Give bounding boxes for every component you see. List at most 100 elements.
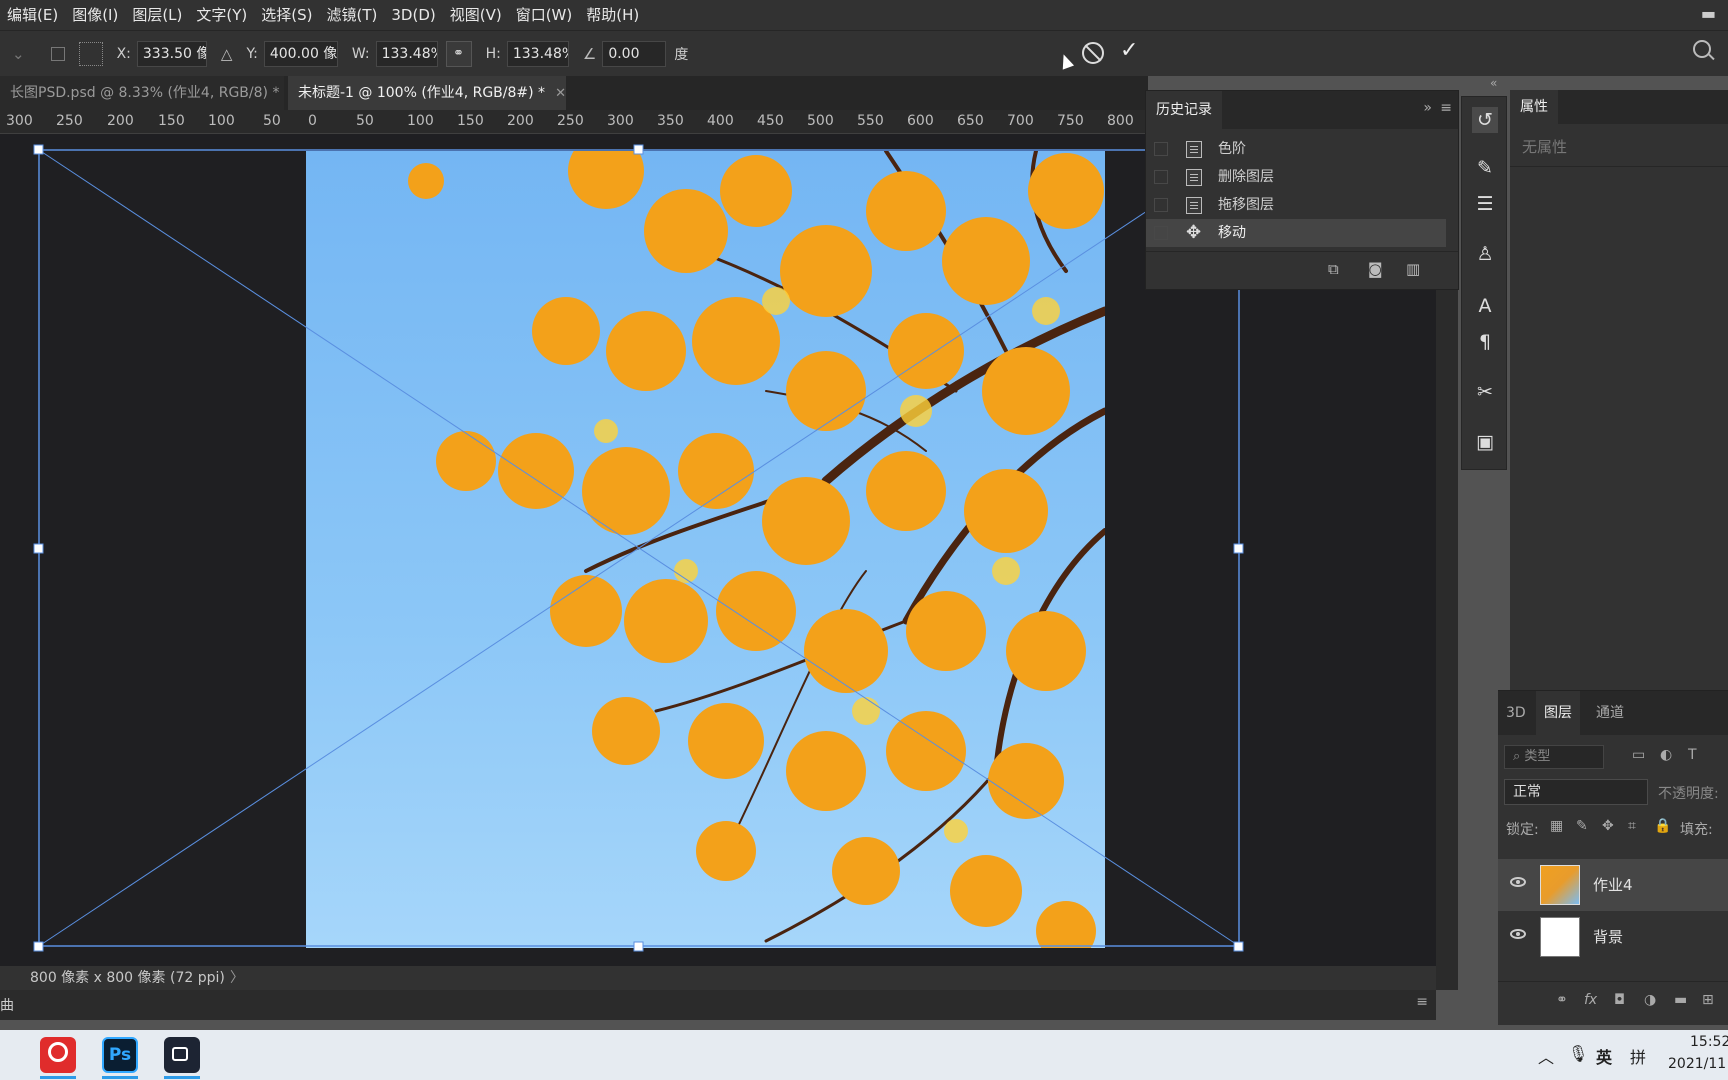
menu-icon[interactable]: ≡ — [1416, 994, 1428, 1010]
link-layers-icon[interactable]: ⚭ — [1556, 992, 1568, 1008]
menu-window[interactable]: 窗口(W) — [509, 0, 580, 30]
ruler-label: 250 — [557, 113, 584, 129]
menu-type[interactable]: 文字(Y) — [189, 0, 254, 30]
layer-thumbnail — [1540, 865, 1580, 905]
x-field[interactable]: 333.50 像素 — [136, 40, 207, 67]
menu-edit[interactable]: 编辑(E) — [0, 0, 65, 30]
trash-icon[interactable]: ▥ — [1406, 260, 1420, 278]
visibility-eye-icon[interactable] — [1510, 929, 1526, 939]
history-item[interactable]: 拖移图层 — [1146, 191, 1446, 219]
tab-3d[interactable]: 3D — [1498, 691, 1534, 735]
new-document-icon[interactable]: ⧉ — [1328, 260, 1339, 278]
reference-point-checkbox[interactable] — [50, 46, 65, 61]
menu-layer[interactable]: 图层(L) — [125, 0, 189, 30]
commit-transform-icon[interactable]: ✓ — [1120, 38, 1138, 63]
history-item[interactable]: 色阶 — [1146, 135, 1446, 163]
layer-row[interactable]: 背景 — [1498, 911, 1728, 963]
fx-icon[interactable]: fx — [1584, 992, 1597, 1008]
netease-music-icon[interactable] — [40, 1037, 76, 1073]
layer-filter-select[interactable]: ⌕ 类型 — [1504, 745, 1604, 769]
chevron-right-icon[interactable]: 〉 — [230, 966, 244, 990]
ruler-label: 400 — [707, 113, 734, 129]
menu-3d[interactable]: 3D(D) — [384, 0, 442, 30]
tab-properties[interactable]: 属性 — [1510, 90, 1558, 124]
taskbar: Ps ︿ 🎙 英 拼 15:52 2021/11 — [0, 1030, 1728, 1080]
history-item-label: 移动 — [1218, 225, 1246, 241]
lock-transparent-icon[interactable]: ▦ — [1550, 818, 1563, 834]
menu-select[interactable]: 选择(S) — [254, 0, 319, 30]
menu-help[interactable]: 帮助(H) — [579, 0, 646, 30]
tray-chevron-up-icon[interactable]: ︿ — [1538, 1044, 1554, 1068]
clock-time[interactable]: 15:52 — [1690, 1034, 1728, 1050]
chevron-down-icon[interactable]: ⌄ — [12, 45, 25, 63]
panel-menu-icon[interactable]: ≡ — [1440, 100, 1452, 116]
adjustments-icon[interactable]: ☰ — [1472, 191, 1498, 217]
snapshot-checkbox[interactable] — [1154, 170, 1168, 184]
document-info[interactable]: 800 像素 x 800 像素 (72 ppi) — [30, 966, 225, 990]
cancel-transform-icon[interactable] — [1082, 42, 1104, 64]
opacity-label: 不透明度: — [1658, 786, 1719, 802]
menu-filter[interactable]: 滤镜(T) — [320, 0, 385, 30]
horizontal-ruler[interactable]: 300 250 200 150 100 50 0 50 100 150 200 … — [0, 110, 1148, 134]
adjustment-layer-icon[interactable]: ◑ — [1644, 992, 1656, 1008]
clone-source-icon[interactable]: ♙ — [1472, 241, 1498, 267]
character-icon[interactable]: A — [1472, 293, 1498, 319]
brush-settings-icon[interactable]: ✎ — [1472, 155, 1498, 181]
collapse-icon[interactable]: » — [1423, 100, 1432, 116]
lock-all-icon[interactable]: 🔒 — [1654, 818, 1671, 834]
search-icon[interactable] — [1693, 40, 1711, 58]
close-icon[interactable]: ✕ — [555, 86, 566, 101]
panel-icon-strip: ↺ ✎ ☰ ♙ A ¶ ✂ ▣ — [1461, 96, 1507, 470]
tool-presets-icon[interactable]: ✂ — [1472, 379, 1498, 405]
lock-artboard-icon[interactable]: ⌗ — [1628, 818, 1636, 834]
layer-row-selected[interactable]: 作业4 — [1498, 859, 1728, 911]
w-field[interactable]: 133.48% — [375, 40, 438, 67]
mask-icon[interactable]: ◘ — [1614, 992, 1625, 1008]
tab-channels[interactable]: 通道 — [1588, 691, 1632, 735]
clock-date[interactable]: 2021/11 — [1668, 1056, 1726, 1072]
lock-position-icon[interactable]: ✥ — [1602, 818, 1614, 834]
ime-mode[interactable]: 拼 — [1630, 1044, 1646, 1068]
snapshot-checkbox[interactable] — [1154, 226, 1168, 240]
blend-mode-select[interactable]: 正常 — [1504, 779, 1648, 805]
y-field[interactable]: 400.00 像素 — [263, 40, 338, 67]
type-filter-icon[interactable]: T — [1688, 747, 1697, 763]
photoshop-icon[interactable]: Ps — [102, 1037, 138, 1073]
history-item[interactable]: 删除图层 — [1146, 163, 1446, 191]
menu-view[interactable]: 视图(V) — [443, 0, 509, 30]
libraries-icon[interactable]: ▣ — [1472, 429, 1498, 455]
folder-icon[interactable]: ▬ — [1674, 992, 1687, 1008]
snapshot-checkbox[interactable] — [1154, 142, 1168, 156]
lock-pixels-icon[interactable]: ✎ — [1576, 818, 1588, 834]
h-field[interactable]: 133.48% — [506, 40, 569, 67]
adjustment-filter-icon[interactable]: ◐ — [1660, 747, 1672, 763]
snapshot-checkbox[interactable] — [1154, 198, 1168, 212]
ruler-label: 50 — [356, 113, 374, 129]
history-panel-icon[interactable]: ↺ — [1472, 107, 1498, 133]
image-filter-icon[interactable]: ▭ — [1632, 747, 1645, 763]
link-icon[interactable]: ⚭ — [445, 40, 472, 67]
running-indicator — [40, 1076, 76, 1079]
menu-image[interactable]: 图像(I) — [65, 0, 125, 30]
history-item-selected[interactable]: ✥ 移动 — [1146, 219, 1446, 247]
paragraph-icon[interactable]: ¶ — [1472, 329, 1498, 355]
tab-layers[interactable]: 图层 — [1536, 691, 1580, 735]
tab-long-image-psd[interactable]: 长图PSD.psd @ 8.33% (作业4, RGB/8) *✕ — [0, 76, 300, 110]
running-indicator — [102, 1076, 138, 1079]
video-recorder-icon[interactable] — [164, 1037, 200, 1073]
blend-mode-value: 正常 — [1513, 784, 1541, 800]
ime-language[interactable]: 英 — [1596, 1044, 1612, 1068]
visibility-eye-icon[interactable] — [1510, 877, 1526, 887]
tab-untitled-1[interactable]: 未标题-1 @ 100% (作业4, RGB/8#) * ✕ — [288, 76, 566, 110]
camera-icon[interactable]: ◙ — [1368, 260, 1383, 278]
angle-field[interactable]: 0.00 — [602, 40, 667, 67]
reference-point-grid-icon[interactable] — [78, 41, 103, 66]
history-item-label: 拖移图层 — [1218, 197, 1274, 213]
document-icon — [1186, 141, 1202, 158]
minimize-icon[interactable]: ▬ — [1701, 4, 1716, 23]
microphone-icon[interactable]: 🎙 — [1568, 1044, 1588, 1063]
delta-icon[interactable]: △ — [221, 45, 233, 63]
tab-history[interactable]: 历史记录 — [1146, 91, 1222, 129]
new-layer-icon[interactable]: ⊞ — [1702, 992, 1714, 1008]
collapse-panels-icon[interactable]: « — [1490, 76, 1497, 90]
